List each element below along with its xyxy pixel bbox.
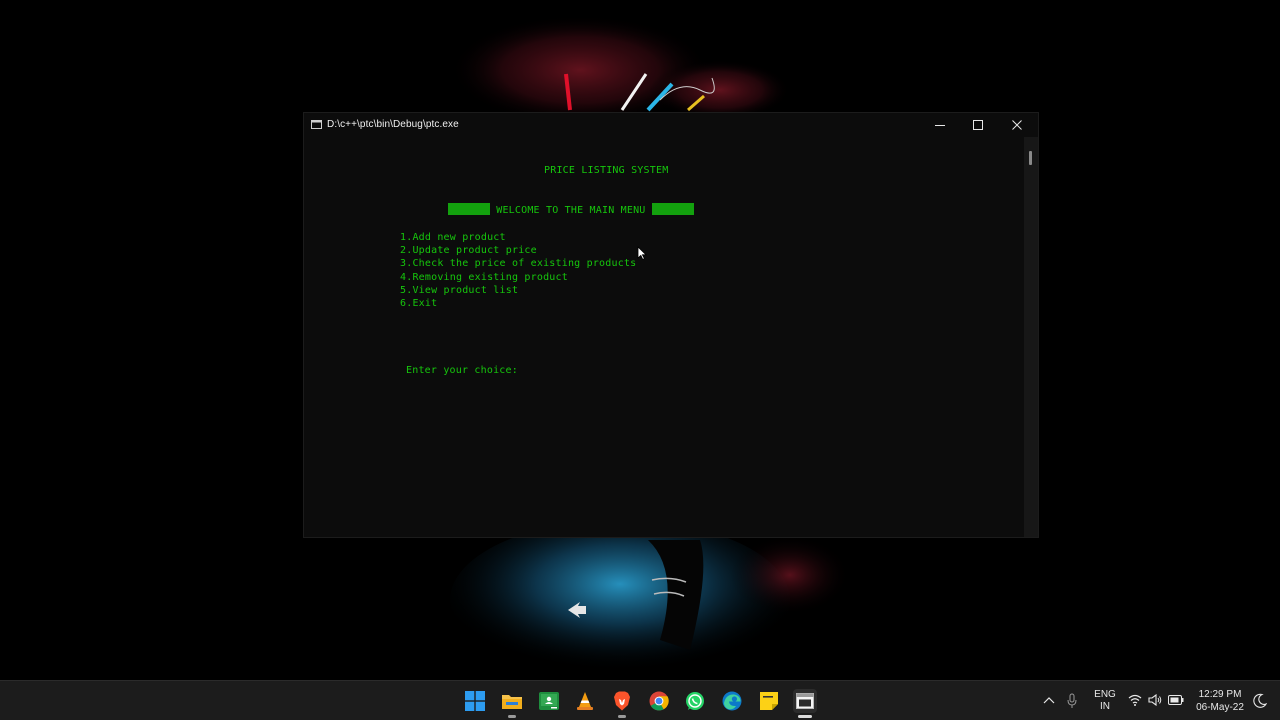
taskbar-chrome[interactable] bbox=[647, 689, 671, 713]
whatsapp-icon bbox=[686, 692, 704, 710]
taskbar: ENG IN 12:29 PM 06-May-22 bbox=[0, 680, 1280, 720]
menu-item-2: 2.Update product price bbox=[400, 245, 537, 256]
console-icon bbox=[796, 693, 814, 709]
choice-prompt[interactable]: Enter your choice: bbox=[406, 364, 518, 377]
battery-icon[interactable] bbox=[1168, 695, 1184, 705]
title-bar[interactable]: D:\c++\ptc\bin\Debug\ptc.exe bbox=[304, 113, 1038, 137]
system-title: PRICE LISTING SYSTEM bbox=[544, 165, 669, 176]
taskbar-classroom[interactable] bbox=[537, 689, 561, 713]
banner-block-right bbox=[651, 203, 694, 215]
menu-item-1: 1.Add new product bbox=[400, 232, 506, 243]
speaker-icon[interactable] bbox=[1148, 694, 1162, 706]
window-title: D:\c++\ptc\bin\Debug\ptc.exe bbox=[327, 119, 459, 130]
taskbar-brave[interactable] bbox=[610, 689, 634, 718]
clock-time: 12:29 PM bbox=[1198, 689, 1242, 700]
focus-assist-moon-icon[interactable] bbox=[1253, 693, 1267, 709]
chevron-up-icon[interactable] bbox=[1043, 696, 1055, 704]
running-indicator bbox=[508, 715, 516, 718]
close-icon bbox=[1012, 120, 1022, 130]
active-indicator bbox=[798, 715, 812, 718]
taskbar-file-explorer[interactable] bbox=[500, 689, 524, 718]
banner-block-left bbox=[448, 203, 490, 215]
vlc-cone-icon bbox=[577, 692, 593, 710]
taskbar-edge[interactable] bbox=[720, 689, 744, 713]
classroom-icon bbox=[539, 692, 559, 710]
mouse-cursor-icon bbox=[637, 246, 647, 260]
system-clock[interactable]: 12:29 PM 06-May-22 bbox=[1190, 688, 1250, 714]
console-output[interactable]: PRICE LISTING SYSTEM WELCOME TO THE MAIN… bbox=[304, 137, 1024, 537]
menu-item-4: 4.Removing existing product bbox=[400, 272, 568, 283]
minimize-button[interactable] bbox=[921, 113, 959, 137]
taskbar-sticky-notes[interactable] bbox=[757, 689, 781, 713]
console-window: D:\c++\ptc\bin\Debug\ptc.exe PRICE LISTI… bbox=[304, 113, 1038, 537]
maximize-icon bbox=[973, 120, 983, 130]
wifi-icon[interactable] bbox=[1128, 694, 1142, 706]
running-indicator bbox=[618, 715, 626, 718]
language-code: ENG bbox=[1094, 689, 1116, 700]
microphone-icon[interactable] bbox=[1067, 693, 1077, 709]
welcome-text: WELCOME TO THE MAIN MENU bbox=[496, 205, 646, 216]
vertical-scrollbar[interactable] bbox=[1024, 137, 1038, 537]
menu-item-3: 3.Check the price of existing products bbox=[400, 258, 637, 269]
console-app-icon bbox=[311, 120, 322, 129]
taskbar-console[interactable] bbox=[793, 689, 817, 718]
brave-lion-icon bbox=[614, 691, 630, 711]
region-code: IN bbox=[1100, 701, 1110, 712]
minimize-icon bbox=[935, 125, 945, 126]
start-button[interactable] bbox=[463, 689, 487, 713]
close-button[interactable] bbox=[998, 113, 1036, 137]
chrome-icon bbox=[649, 691, 669, 711]
sticky-notes-icon bbox=[760, 692, 778, 710]
clock-date: 06-May-22 bbox=[1196, 702, 1244, 713]
menu-item-6: 6.Exit bbox=[400, 298, 438, 309]
menu-item-5: 5.View product list bbox=[400, 285, 519, 296]
folder-icon bbox=[502, 695, 522, 709]
maximize-button[interactable] bbox=[959, 113, 997, 137]
windows-icon bbox=[465, 691, 485, 711]
taskbar-vlc[interactable] bbox=[573, 689, 597, 713]
edge-icon bbox=[722, 691, 742, 711]
scrollbar-thumb[interactable] bbox=[1029, 151, 1032, 165]
taskbar-whatsapp[interactable] bbox=[683, 689, 707, 713]
input-language-indicator[interactable]: ENG IN bbox=[1094, 689, 1116, 713]
welcome-banner: WELCOME TO THE MAIN MENU bbox=[448, 203, 694, 217]
